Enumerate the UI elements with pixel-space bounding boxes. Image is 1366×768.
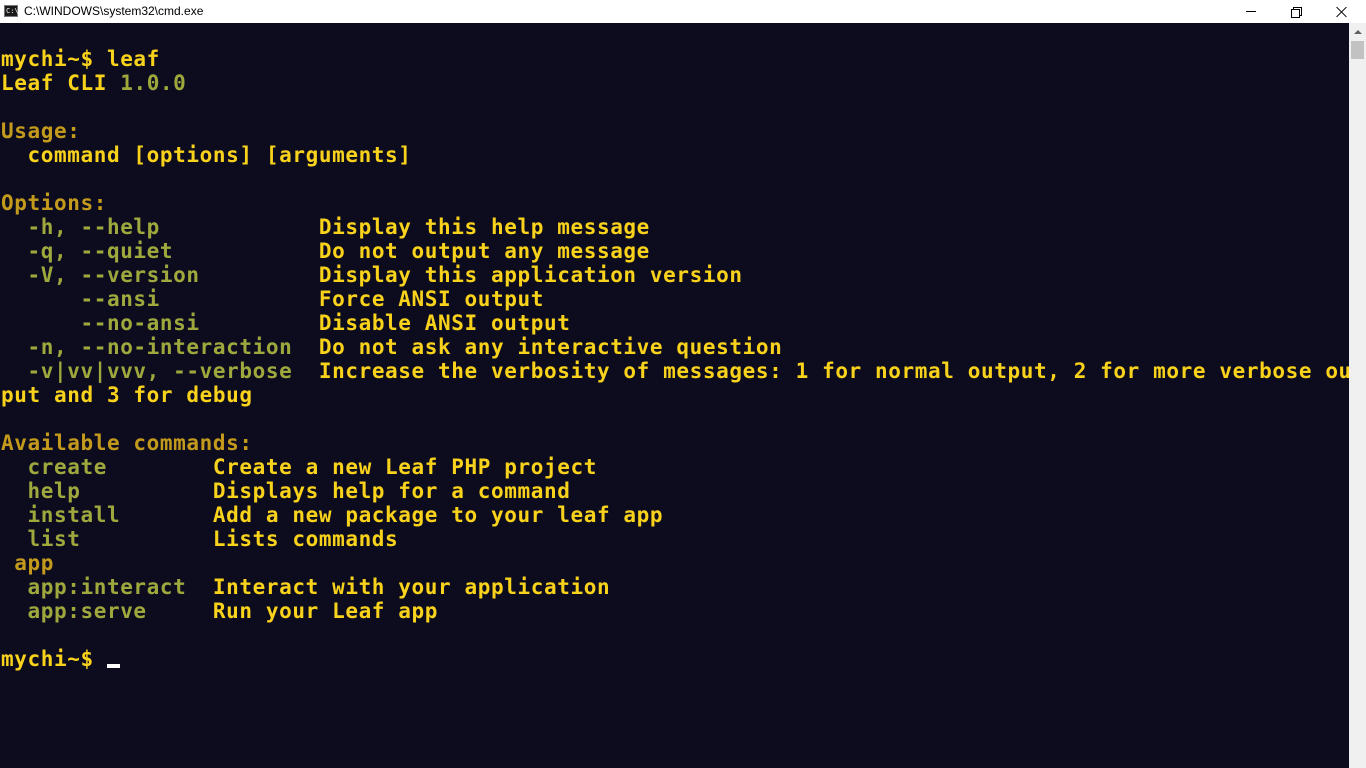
prompt-line[interactable]: mychi~$ <box>1 647 120 671</box>
option-row: --no-ansi Disable ANSI output <box>1 311 570 335</box>
command-desc: Lists commands <box>212 527 399 551</box>
option-row: -q, --quiet Do not output any message <box>1 239 650 263</box>
command-name: app:interact <box>1 575 213 599</box>
command-desc: Add a new package to your leaf app <box>212 503 664 527</box>
app-version-line: Leaf CLI 1.0.0 <box>1 71 186 95</box>
option-desc: Increase the verbosity of messages: 1 fo… <box>318 359 1349 383</box>
command-desc: Interact with your application <box>212 575 611 599</box>
command-desc: Create a new Leaf PHP project <box>212 455 597 479</box>
command-row: list Lists commands <box>1 527 398 551</box>
app-name: Leaf CLI <box>1 71 107 95</box>
option-row: -n, --no-interaction Do not ask any inte… <box>1 335 782 359</box>
option-desc: Do not output any message <box>318 239 650 263</box>
text-cursor <box>106 664 120 668</box>
option-row: --ansi Force ANSI output <box>1 287 544 311</box>
command-desc: Displays help for a command <box>212 479 571 503</box>
prompt-command: mychi~$ leaf <box>1 47 160 71</box>
minimize-icon <box>1246 11 1256 12</box>
option-flag: -n, --no-interaction <box>1 335 319 359</box>
arrow-up-icon <box>1353 29 1362 34</box>
option-flag: -q, --quiet <box>1 239 319 263</box>
command-desc: Run your Leaf app <box>212 599 439 623</box>
option-desc: Display this help message <box>318 215 650 239</box>
command-name: app:serve <box>1 599 213 623</box>
commands-header: Available commands: <box>1 431 253 455</box>
command-row: app:serve Run your Leaf app <box>1 599 438 623</box>
window-title: C:\WINDOWS\system32\cmd.exe <box>24 4 204 18</box>
close-button[interactable] <box>1319 0 1365 23</box>
option-desc: Disable ANSI output <box>318 311 571 335</box>
options-header: Options: <box>1 191 107 215</box>
option-row: -h, --help Display this help message <box>1 215 650 239</box>
restore-button[interactable] <box>1273 0 1319 23</box>
command-row: create Create a new Leaf PHP project <box>1 455 597 479</box>
command-row: app:interact Interact with your applicat… <box>1 575 610 599</box>
minimize-button[interactable] <box>1228 0 1274 23</box>
close-icon <box>1336 6 1348 18</box>
scroll-up-button[interactable] <box>1349 23 1366 40</box>
option-flag: -V, --version <box>1 263 319 287</box>
restore-icon <box>1291 6 1302 18</box>
command-row: help Displays help for a command <box>1 479 570 503</box>
prompt: mychi~$ <box>1 647 107 671</box>
command-group-header: app <box>1 551 54 575</box>
option-flag: -h, --help <box>1 215 319 239</box>
option-desc: Display this application version <box>318 263 743 287</box>
option-flag: --no-ansi <box>1 311 319 335</box>
title-bar[interactable]: C:\ C:\WINDOWS\system32\cmd.exe <box>0 0 1366 23</box>
usage-header: Usage: <box>1 119 81 143</box>
option-desc: Force ANSI output <box>318 287 544 311</box>
command-name: help <box>1 479 213 503</box>
usage-line: command [options] [arguments] <box>1 143 412 167</box>
option-wrap: put and 3 for debug <box>1 383 253 407</box>
command-row: install Add a new package to your leaf a… <box>1 503 663 527</box>
vertical-scrollbar[interactable] <box>1349 23 1366 768</box>
option-flag: -v|vv|vvv, --verbose <box>1 359 319 383</box>
command-name: install <box>1 503 213 527</box>
option-row: -V, --version Display this application v… <box>1 263 743 287</box>
scroll-thumb[interactable] <box>1351 41 1364 59</box>
cmd-icon: C:\ <box>4 5 19 17</box>
option-desc: Do not ask any interactive question <box>318 335 783 359</box>
command-name: list <box>1 527 213 551</box>
app-version: 1.0.0 <box>120 71 187 95</box>
command-name: create <box>1 455 213 479</box>
console-output[interactable]: mychi~$ leaf Leaf CLI 1.0.0 Usage: comma… <box>0 23 1349 768</box>
option-flag: --ansi <box>1 287 319 311</box>
option-row: -v|vv|vvv, --verbose Increase the verbos… <box>1 359 1349 383</box>
